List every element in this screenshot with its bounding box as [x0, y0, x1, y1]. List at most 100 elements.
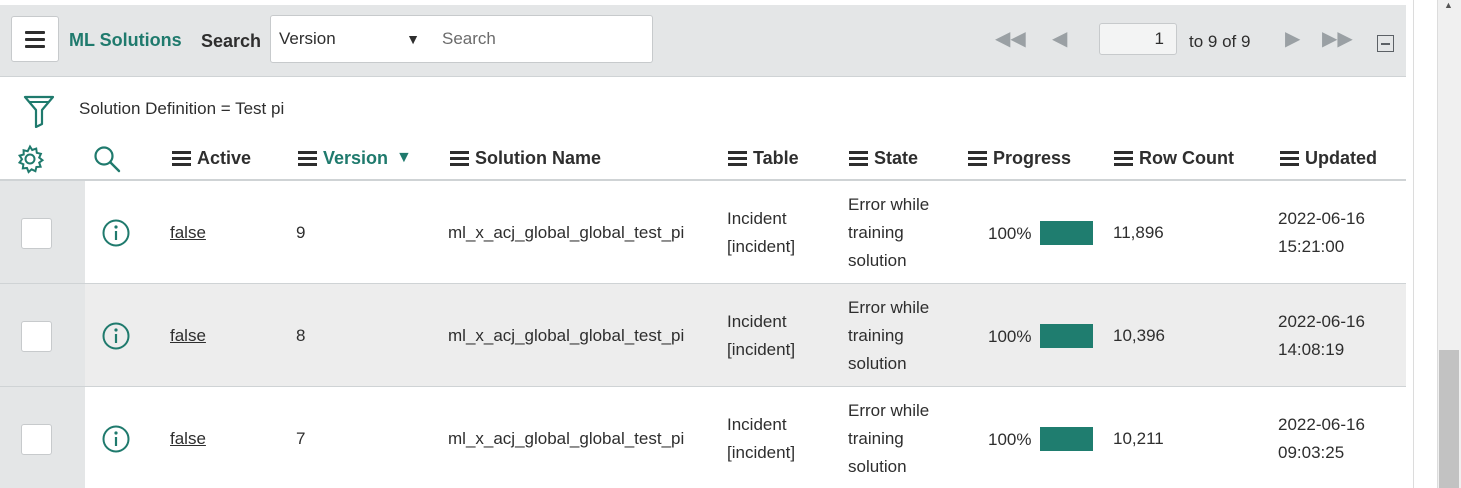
column-header-label: Progress	[993, 147, 1072, 168]
version-cell: 7	[296, 429, 306, 448]
column-header-progress[interactable]: Progress	[968, 146, 1071, 170]
solution-name-cell: ml_x_acj_global_global_test_pi	[448, 326, 685, 345]
search-field-selected: Version	[279, 29, 336, 48]
column-header-table[interactable]: Table	[728, 146, 799, 170]
progress-fill	[1040, 427, 1093, 451]
column-menu-icon[interactable]	[1114, 150, 1133, 166]
table-cell: Incident [incident]	[727, 205, 795, 261]
row-checkbox[interactable]	[21, 321, 52, 352]
active-link[interactable]: false	[170, 425, 206, 453]
column-menu-icon[interactable]	[298, 150, 317, 166]
progress-bar	[1040, 427, 1093, 451]
version-cell: 8	[296, 326, 306, 345]
row-count-cell: 11,896	[1113, 223, 1164, 242]
scrollbar-thumb[interactable]	[1439, 350, 1459, 488]
search-input[interactable]	[428, 15, 653, 63]
column-header-state[interactable]: State	[849, 146, 918, 170]
table-row[interactable]: false 8 ml_x_acj_global_global_test_pi I…	[0, 284, 1406, 387]
page-number-input[interactable]	[1099, 23, 1177, 55]
column-menu-icon[interactable]	[728, 150, 747, 166]
state-line: training	[848, 223, 904, 242]
state-line: solution	[848, 354, 907, 373]
column-header-version[interactable]: Version ▼	[298, 146, 412, 170]
active-link[interactable]: false	[170, 322, 206, 350]
column-header-updated[interactable]: Updated	[1280, 146, 1377, 170]
version-cell: 9	[296, 223, 306, 242]
column-menu-icon[interactable]	[450, 150, 469, 166]
solution-name-cell: ml_x_acj_global_global_test_pi	[448, 223, 685, 242]
info-icon[interactable]	[102, 219, 130, 247]
state-line: Error while	[848, 195, 930, 214]
progress-text: 100%	[988, 430, 1032, 449]
column-header-label: State	[874, 147, 919, 168]
search-icon[interactable]	[92, 144, 122, 174]
column-menu-icon[interactable]	[1280, 150, 1299, 166]
collapse-icon[interactable]	[1377, 35, 1394, 52]
info-icon[interactable]	[102, 425, 130, 453]
updated-time: 15:21:00	[1278, 237, 1345, 256]
funnel-icon[interactable]	[23, 94, 55, 128]
updated-time: 09:03:25	[1278, 443, 1345, 462]
column-menu-icon[interactable]	[849, 150, 868, 166]
gear-icon[interactable]	[15, 144, 45, 174]
caret-down-icon: ▼	[406, 31, 420, 47]
progress-bar	[1040, 324, 1093, 348]
updated-cell: 2022-06-16 15:21:00	[1278, 205, 1365, 261]
column-menu-icon[interactable]	[172, 150, 191, 166]
row-checkbox[interactable]	[21, 218, 52, 249]
list-title[interactable]: ML Solutions	[69, 30, 182, 51]
search-field-select[interactable]: Version ▼	[270, 15, 429, 63]
table-cell: Incident [incident]	[727, 411, 795, 467]
column-header-label: Updated	[1305, 147, 1377, 168]
column-header-label: Version	[323, 147, 389, 168]
pager-range-text: to 9 of 9	[1189, 32, 1251, 51]
frame-divider	[1413, 0, 1414, 488]
state-cell: Error while training solution	[848, 397, 929, 481]
table-id: [incident]	[727, 237, 796, 256]
progress-text: 100%	[988, 224, 1032, 243]
column-header-solution-name[interactable]: Solution Name	[450, 146, 601, 170]
table-row[interactable]: false 7 ml_x_acj_global_global_test_pi I…	[0, 387, 1406, 488]
hamburger-icon	[25, 30, 45, 48]
updated-time: 14:08:19	[1278, 340, 1345, 359]
list-view: ML Solutions Search Version ▼ ◀◀ ◀ to 9 …	[0, 0, 1461, 488]
row-count-cell: 10,211	[1113, 429, 1164, 448]
column-header-active[interactable]: Active	[172, 146, 251, 170]
state-line: Error while	[848, 401, 930, 420]
row-count-cell: 10,396	[1113, 326, 1165, 345]
filter-breadcrumb[interactable]: Solution Definition = Test pi	[79, 99, 284, 119]
solution-name-cell: ml_x_acj_global_global_test_pi	[448, 429, 685, 448]
row-checkbox[interactable]	[21, 424, 52, 455]
last-page-icon[interactable]: ▶▶	[1322, 27, 1353, 51]
column-menu-icon[interactable]	[968, 150, 987, 166]
progress-bar	[1040, 221, 1093, 245]
state-cell: Error while training solution	[848, 191, 929, 275]
active-link[interactable]: false	[170, 219, 206, 247]
next-page-icon[interactable]: ▶	[1285, 27, 1300, 51]
table-name: Incident	[727, 312, 787, 331]
first-page-icon[interactable]: ◀◀	[995, 27, 1026, 51]
scroll-up-icon[interactable]: ▲	[1444, 0, 1453, 10]
sort-descending-icon: ▼	[396, 149, 412, 166]
updated-date: 2022-06-16	[1278, 415, 1365, 434]
table-id: [incident]	[727, 340, 796, 359]
state-line: training	[848, 326, 904, 345]
state-line: solution	[848, 251, 907, 270]
column-header-row-count[interactable]: Row Count	[1114, 146, 1234, 170]
info-icon[interactable]	[102, 322, 130, 350]
search-label: Search	[201, 31, 262, 51]
table-name: Incident	[727, 209, 787, 228]
state-line: solution	[848, 457, 907, 476]
table-row[interactable]: false 9 ml_x_acj_global_global_test_pi I…	[0, 181, 1406, 284]
hamburger-menu-button[interactable]	[11, 16, 59, 62]
progress-fill	[1040, 221, 1093, 245]
updated-date: 2022-06-16	[1278, 209, 1365, 228]
state-line: training	[848, 429, 904, 448]
state-cell: Error while training solution	[848, 294, 929, 378]
table-id: [incident]	[727, 443, 796, 462]
column-header-label: Row Count	[1139, 147, 1234, 168]
prev-page-icon[interactable]: ◀	[1052, 27, 1067, 51]
updated-date: 2022-06-16	[1278, 312, 1365, 331]
column-header-label: Table	[753, 147, 799, 168]
progress-fill	[1040, 324, 1093, 348]
